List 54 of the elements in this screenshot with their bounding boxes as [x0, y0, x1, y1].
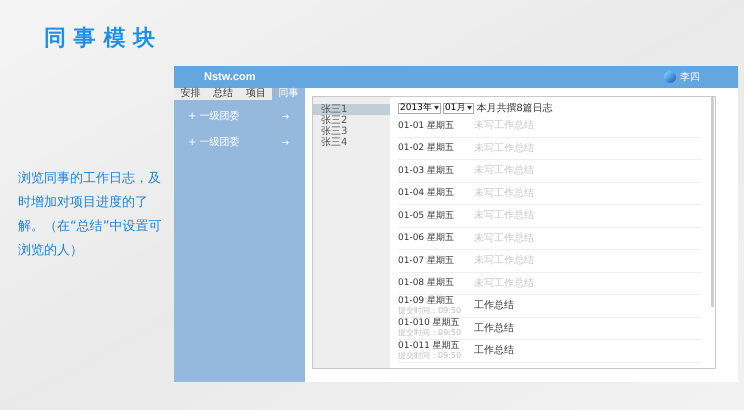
tab[interactable]: 项目 — [240, 88, 272, 100]
log-row[interactable]: 01-01 星期五 未写工作总结 — [398, 115, 701, 138]
log-status: 未写工作总结 — [474, 232, 534, 246]
log-date: 01-010 星期五 — [398, 318, 461, 328]
colleague-item[interactable]: 张三3 — [313, 126, 390, 137]
log-date: 01-01 星期五 — [398, 120, 456, 131]
log-row[interactable]: 01-03 星期五 未写工作总结 — [398, 160, 701, 182]
colleague-item[interactable]: 张三2 — [313, 115, 390, 126]
log-date: 01-08 星期五 — [398, 278, 456, 288]
scrollbar-thumb[interactable] — [711, 97, 714, 307]
log-status: 未写工作总结 — [474, 118, 534, 134]
slide-title: 同 事 模 块 — [44, 25, 156, 53]
log-date: 01-09 星期五 — [398, 296, 456, 306]
log-status: 工作总结 — [474, 298, 514, 314]
tab[interactable]: 总结 — [206, 88, 240, 100]
log-date: 01-02 星期五 — [398, 143, 456, 154]
tab[interactable]: 安排 — [174, 88, 207, 100]
log-status: 未写工作总结 — [474, 186, 534, 201]
log-row[interactable]: 01-011 星期五 提交时间：09:50 工作总结 — [398, 340, 701, 362]
caret-icon — [467, 106, 472, 110]
log-date: 01-04 星期五 — [398, 188, 456, 198]
arrow-icon — [282, 114, 289, 118]
submit-time: 提交时间：09:50 — [398, 350, 462, 361]
description-text: 浏览同事的工作日志，及时增加对项目进度的了解。（在“总结”中设置可浏览的人） — [18, 170, 162, 260]
log-status: 未写工作总结 — [474, 142, 534, 156]
arrow-icon — [282, 140, 289, 144]
log-row[interactable]: 01-05 星期五 未写工作总结 — [398, 205, 701, 228]
log-status: 未写工作总结 — [474, 164, 534, 178]
submit-time: 提交时间：09:50 — [398, 306, 462, 316]
log-status: 未写工作总结 — [474, 208, 534, 224]
submit-time: 提交时间：09:50 — [398, 328, 462, 338]
log-status: 未写工作总结 — [474, 254, 534, 268]
month-select[interactable]: 01月 — [442, 102, 474, 114]
log-row[interactable]: 01-08 星期五 未写工作总结 — [398, 272, 701, 295]
log-row[interactable]: 01-02 星期五 未写工作总结 — [398, 138, 701, 160]
log-row[interactable]: 01-09 星期五 提交时间：09:50 工作总结 — [398, 295, 701, 318]
log-row[interactable]: 01-010 星期五 提交时间：09:50 工作总结 — [398, 318, 701, 340]
month-summary: 本月共撰8篇日志 — [476, 102, 553, 116]
colleague-item[interactable]: 张三4 — [313, 137, 390, 148]
colleague-item[interactable]: 张三1 — [313, 104, 390, 115]
log-date: 01-05 星期五 — [398, 210, 456, 221]
caret-icon — [434, 106, 439, 110]
log-status: 未写工作总结 — [474, 276, 534, 291]
log-status: 工作总结 — [474, 322, 514, 336]
log-row[interactable]: 01-06 星期五 未写工作总结 — [398, 228, 701, 250]
log-date: 01-07 星期五 — [398, 256, 456, 266]
log-date: 01-011 星期五 — [398, 340, 461, 351]
log-row[interactable]: 01-04 星期五 未写工作总结 — [398, 182, 701, 205]
log-status: 工作总结 — [474, 344, 514, 358]
avatar-icon[interactable] — [664, 71, 676, 83]
year-select[interactable]: 2013年 — [398, 102, 441, 114]
log-date: 01-06 星期五 — [398, 233, 456, 244]
log-row[interactable]: 01-07 星期五 未写工作总结 — [398, 250, 701, 272]
log-date: 01-03 星期五 — [398, 166, 456, 176]
